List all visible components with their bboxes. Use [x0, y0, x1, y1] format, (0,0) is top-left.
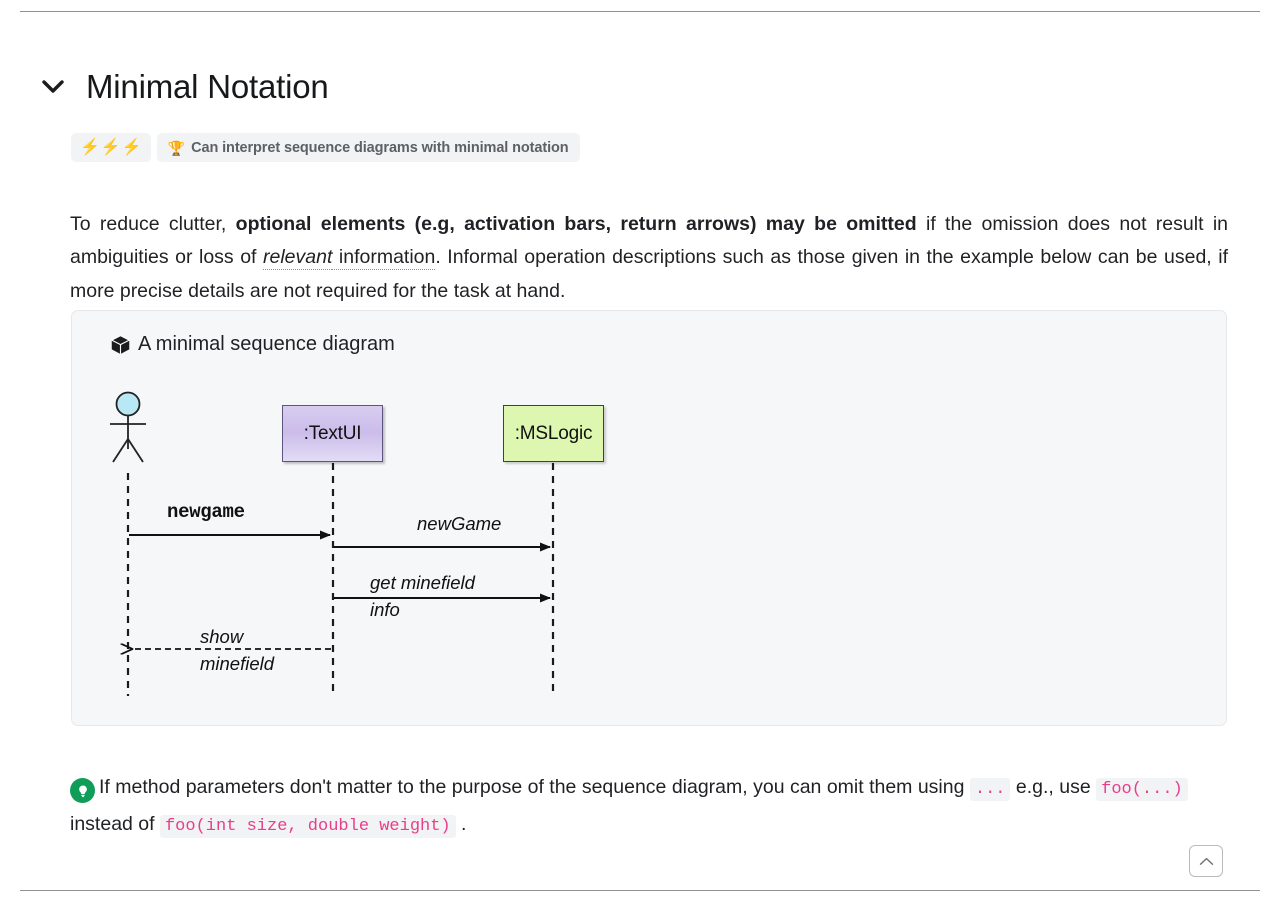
- message-label-newGame: newGame: [417, 513, 502, 534]
- cube-icon: [111, 335, 130, 354]
- inline-code-foo-params: foo(int size, double weight): [159, 814, 456, 838]
- chevron-up-icon: [1199, 857, 1213, 865]
- bottom-divider: [20, 890, 1260, 891]
- diagram-card-title: A minimal sequence diagram: [138, 333, 395, 355]
- inline-code-ellipsis: ...: [969, 777, 1011, 801]
- tip-text-3: instead of: [70, 812, 160, 835]
- outcome-badge[interactable]: 🏆 Can interpret sequence diagrams with m…: [156, 133, 580, 162]
- actor-figure: [110, 391, 146, 463]
- lightning-bolt-icon: ⚡: [121, 138, 142, 156]
- tip-text-4: .: [455, 812, 467, 835]
- tooltip-term-relevant[interactable]: relevant: [263, 246, 333, 270]
- outcome-badge-label: Can interpret sequence diagrams with min…: [191, 139, 569, 156]
- intro-paragraph: To reduce clutter, optional elements (e.…: [70, 208, 1228, 309]
- message-label-get-minefield-info: info: [370, 599, 400, 620]
- back-to-top-button[interactable]: [1189, 845, 1223, 877]
- trophy-icon: 🏆: [167, 139, 186, 156]
- page-root: Minimal Notation ⚡ ⚡ ⚡ 🏆 Can interpret s…: [0, 0, 1280, 905]
- message-label-newgame: newgame: [167, 501, 245, 523]
- diagram-card: A minimal sequence diagram:TextUI:MSLo…: [71, 310, 1227, 726]
- section-heading: Minimal Notation: [40, 48, 329, 125]
- message-label-show-minefield: minefield: [200, 653, 275, 674]
- lifeline-box-mslogic-label: :MSLogic: [514, 422, 593, 444]
- top-divider: [20, 11, 1260, 12]
- lightning-bolt-icon: ⚡: [100, 138, 121, 156]
- lightning-bolt-icon: ⚡: [80, 138, 100, 156]
- tip-text-1: If method parameters don't matter to the…: [99, 775, 970, 798]
- tip-text-2: e.g., use: [1010, 775, 1097, 798]
- inline-code-foo-ellipsis: foo(...): [1096, 777, 1188, 801]
- lifeline-box-textui[interactable]: :TextUI: [282, 405, 383, 462]
- message-label-show: show: [200, 626, 244, 647]
- difficulty-level-badge: ⚡ ⚡ ⚡: [71, 133, 151, 162]
- lifeline-box-textui-label: :TextUI: [303, 422, 362, 444]
- lifeline-box-mslogic[interactable]: :MSLogic: [503, 405, 604, 462]
- chevron-down-icon[interactable]: [40, 74, 66, 100]
- para-segment-1: To reduce clutter,: [70, 212, 236, 235]
- diagram-card-header: A minimal sequence diagram: [110, 333, 395, 356]
- message-label-get-minefield: get minefield: [370, 572, 475, 593]
- page-title: Minimal Notation: [86, 68, 329, 106]
- learning-outcome-badge: ⚡ ⚡ ⚡ 🏆 Can interpret sequence diagrams …: [71, 133, 580, 162]
- tooltip-term-tail[interactable]: information: [332, 246, 436, 270]
- para-bold-emphasis: optional elements (e.g, activation bars,…: [235, 212, 917, 235]
- tip-paragraph: If method parameters don't matter to the…: [70, 770, 1228, 844]
- lightbulb-icon: [70, 778, 95, 803]
